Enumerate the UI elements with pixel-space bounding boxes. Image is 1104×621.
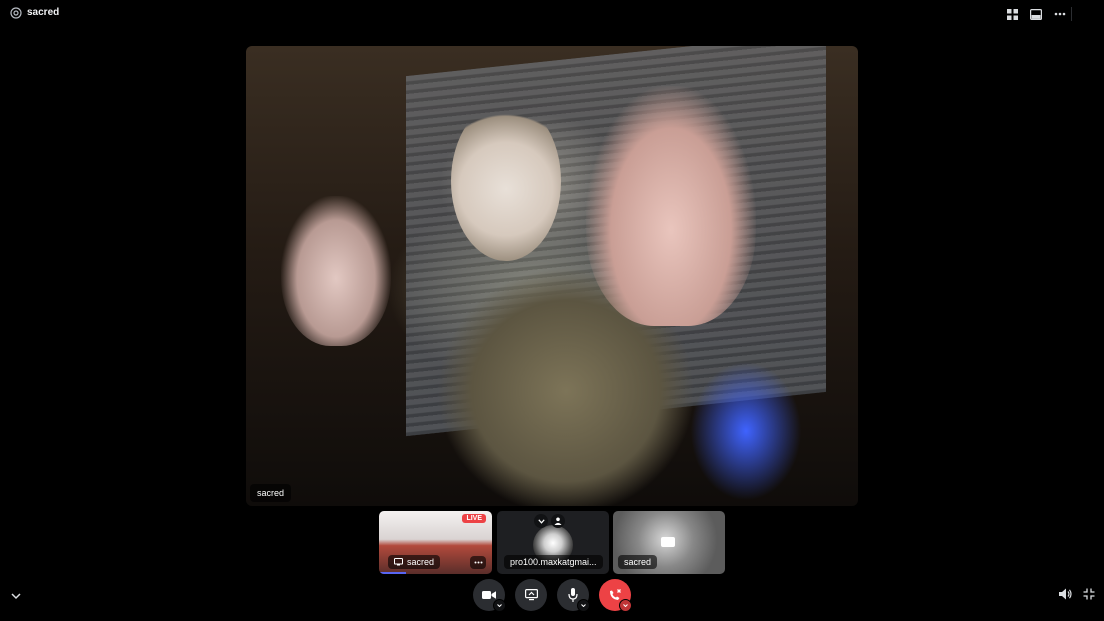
microphone-icon [568,588,578,602]
live-badge: LIVE [462,514,486,523]
call-controls [473,579,632,612]
at-icon [10,7,22,19]
tile-label: pro100.maxkatgmai... [504,555,603,569]
bottom-right-actions [1059,588,1095,600]
camera-options-button[interactable] [493,599,506,612]
inbox-button[interactable] [1028,6,1044,22]
user-icon [554,517,562,525]
video-name-tag: sacred [250,484,292,502]
disconnect-button[interactable] [599,579,632,612]
top-bar: sacred [0,0,1104,28]
participant-tile-avatar[interactable]: pro100.maxkatgmai... [497,511,609,574]
video-off-icon [661,537,675,547]
chevron-down-icon [497,604,502,607]
inbox-icon [1030,8,1042,20]
chevron-down-icon [537,518,545,524]
tile-actions [534,514,565,528]
camera-button[interactable] [473,579,506,612]
screen-share-button[interactable] [515,579,547,611]
main-video-feed[interactable]: sacred [246,46,858,506]
stream-progress-bar [379,572,407,574]
toolbar-divider [1071,7,1072,21]
tile-more-button[interactable] [470,556,486,569]
video-scene-light [686,356,806,506]
more-icon [1054,12,1066,16]
tile-name: pro100.maxkatgmai... [510,557,597,567]
phone-leave-icon [610,589,621,600]
tile-label: sacred [618,555,658,569]
microphone-button[interactable] [557,579,590,612]
tile-expand-button[interactable] [534,514,548,528]
chevron-down-icon [581,604,586,607]
video-scene-hand [281,196,391,346]
video-scene-hand [586,86,756,326]
more-options-button[interactable] [1052,6,1068,22]
tile-user-button[interactable] [551,514,565,528]
tile-name: sacred [407,557,435,567]
volume-icon[interactable] [1059,588,1073,600]
tile-label: sacred [388,555,441,569]
microphone-options-button[interactable] [577,599,590,612]
screen-share-icon [524,589,538,601]
grid-icon [1006,8,1018,20]
top-actions [1004,6,1068,22]
exit-fullscreen-icon[interactable] [1083,588,1095,600]
participant-tile-self[interactable]: sacred [613,511,725,574]
participant-tile-stream[interactable]: LIVE sacred [379,511,492,574]
chevron-down-icon[interactable] [9,589,23,603]
chevron-down-icon [623,604,628,607]
video-camera-icon [482,591,496,599]
screen-icon [394,558,403,566]
more-icon [474,561,482,564]
video-scene-face [451,101,561,261]
disconnect-options-button[interactable] [619,599,632,612]
channel-title: sacred [27,7,60,18]
grid-view-button[interactable] [1004,6,1020,22]
tile-name: sacred [624,557,652,567]
